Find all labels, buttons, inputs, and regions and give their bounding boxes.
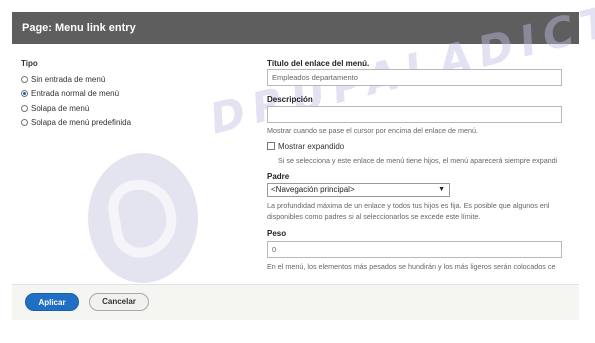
radio-option-label: Solapa de menú bbox=[31, 103, 90, 113]
descripcion-help: Mostrar cuando se pase el cursor por enc… bbox=[267, 126, 478, 135]
mostrar-expandido-label: Mostrar expandido bbox=[278, 142, 345, 151]
padre-select[interactable]: <Navegación principal> ▼ bbox=[267, 183, 450, 197]
cancel-button[interactable]: Cancelar bbox=[89, 293, 149, 311]
padre-help-line1: La profundidad máxima de un enlace y tod… bbox=[267, 201, 550, 210]
titulo-input[interactable]: Empleados departamento bbox=[267, 69, 562, 86]
padre-label: Padre bbox=[267, 172, 290, 181]
descripcion-label: Descripción bbox=[267, 95, 313, 104]
peso-label: Peso bbox=[267, 229, 287, 238]
dropdown-arrow-icon: ▼ bbox=[438, 186, 445, 193]
apply-button[interactable]: Aplicar bbox=[25, 293, 79, 311]
radio-option-label: Sin entrada de menú bbox=[31, 74, 106, 84]
padre-selected-value: <Navegación principal> bbox=[271, 185, 355, 194]
descripcion-input[interactable] bbox=[267, 106, 562, 123]
radio-button-selected[interactable] bbox=[21, 90, 28, 98]
tipo-radio-group: Tipo Sin entrada de menú Entrada normal … bbox=[21, 59, 131, 130]
mostrar-expandido-checkbox[interactable] bbox=[267, 142, 275, 150]
radio-button[interactable] bbox=[21, 104, 28, 112]
radio-option-entrada-normal[interactable]: Entrada normal de menú bbox=[21, 87, 131, 102]
radio-option-label: Entrada normal de menú bbox=[31, 89, 120, 99]
dialog-title: Page: Menu link entry bbox=[12, 12, 579, 44]
radio-option-sin-entrada[interactable]: Sin entrada de menú bbox=[21, 72, 131, 87]
mostrar-expandido-help: Si se selecciona y este enlace de menú t… bbox=[278, 156, 558, 165]
radio-option-label: Solapa de menú predefinida bbox=[31, 118, 132, 128]
peso-help: En el menú, los elementos más pesados se… bbox=[267, 262, 556, 271]
tipo-label: Tipo bbox=[21, 59, 38, 68]
watermark-logo-icon bbox=[88, 153, 198, 283]
radio-button[interactable] bbox=[21, 75, 28, 83]
radio-option-solapa[interactable]: Solapa de menú bbox=[21, 101, 131, 116]
peso-input[interactable]: 0 bbox=[267, 241, 562, 258]
padre-help-line2: disponibles como padres si al selecciona… bbox=[267, 212, 481, 221]
titulo-label: Título del enlace del menú. bbox=[267, 59, 370, 68]
radio-option-solapa-predefinida[interactable]: Solapa de menú predefinida bbox=[21, 116, 131, 131]
radio-button[interactable] bbox=[21, 119, 28, 127]
